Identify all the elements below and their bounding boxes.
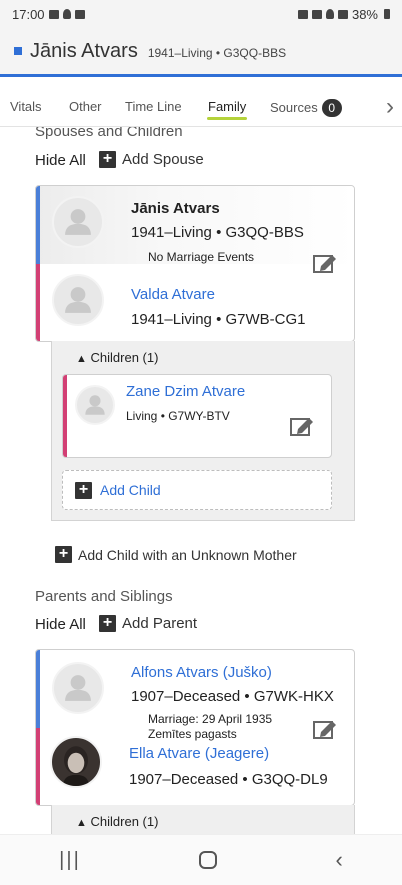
battery-percent: 38% xyxy=(351,6,378,22)
child-name[interactable]: Zane Dzim Atvare xyxy=(126,383,245,400)
person-silhouette-icon xyxy=(85,395,105,415)
person-silhouette-icon xyxy=(65,675,91,701)
avatar-husband xyxy=(52,196,104,248)
wife-name[interactable]: Valda Atvare xyxy=(131,286,215,303)
avatar-father xyxy=(52,662,104,714)
avatar-mother-photo xyxy=(50,736,102,788)
person-header: Jānis Atvars 1941–Living • G3QQ-BBS xyxy=(0,28,402,74)
parents-section-title: Parents and Siblings xyxy=(35,588,173,605)
add-child-unknown-mother-button[interactable]: + Add Child with an Unknown Mother xyxy=(55,546,297,563)
wife-meta: 1941–Living • G7WB-CG1 xyxy=(131,311,306,328)
add-child-label: Add Child xyxy=(100,482,161,498)
mother-name[interactable]: Ella Atvare (Jeagere) xyxy=(129,745,269,762)
portrait-photo-icon xyxy=(63,746,89,786)
sources-count-badge: 0 xyxy=(321,99,342,117)
add-spouse-label: Add Spouse xyxy=(122,151,204,168)
person-silhouette-icon xyxy=(65,209,91,235)
siblings-panel: ▲ Children (1) xyxy=(51,805,355,834)
status-right: 38% xyxy=(297,6,390,22)
avatar-wife xyxy=(52,274,104,326)
tab-time-line[interactable]: Time Line xyxy=(125,99,182,114)
add-spouse-button[interactable]: + Add Spouse xyxy=(99,151,204,168)
chevron-up-icon: ▲ xyxy=(76,817,87,829)
person-silhouette-icon xyxy=(65,287,91,313)
children-panel: ▲ Children (1) Zane Dzim Atvare Living •… xyxy=(51,341,355,521)
male-indicator xyxy=(36,186,40,264)
mute-icon xyxy=(311,9,322,19)
status-time: 17:00 xyxy=(12,6,45,22)
status-left: 17:00 xyxy=(12,7,85,22)
message-notification-icon xyxy=(74,9,85,19)
tab-sources-label: Sources xyxy=(270,100,318,115)
chevron-right-icon[interactable]: › xyxy=(386,93,394,121)
female-indicator xyxy=(36,264,40,341)
female-indicator xyxy=(63,375,67,457)
add-child-button[interactable]: + Add Child xyxy=(62,470,332,510)
battery-icon xyxy=(384,9,390,19)
tab-vitals[interactable]: Vitals xyxy=(10,99,42,114)
father-name[interactable]: Alfons Atvars (Juško) xyxy=(131,664,272,681)
home-icon[interactable] xyxy=(199,851,218,869)
marriage-events-text: No Marriage Events xyxy=(148,250,255,264)
hide-all-spouses-button[interactable]: Hide All xyxy=(35,152,86,169)
tab-family[interactable]: Family xyxy=(206,99,248,120)
tab-sources[interactable]: Sources 0 xyxy=(270,99,342,117)
gallery-notification-icon xyxy=(48,9,59,19)
hide-all-parents-button[interactable]: Hide All xyxy=(35,616,86,633)
plus-icon: + xyxy=(75,481,92,499)
signal-icon xyxy=(337,9,348,19)
marriage-date-text: Marriage: 29 April 1935 xyxy=(148,712,273,726)
male-indicator xyxy=(36,650,40,728)
plus-icon: + xyxy=(99,151,116,168)
child-meta: Living • G7WY-BTV xyxy=(126,409,230,423)
female-indicator xyxy=(36,728,40,805)
recent-apps-icon[interactable]: ||| xyxy=(59,849,81,872)
husband-name: Jānis Atvars xyxy=(131,200,220,217)
person-gender-marker xyxy=(14,47,22,55)
tab-bar: Vitals Other Time Line Family Sources 0 › xyxy=(0,77,402,127)
siblings-toggle[interactable]: ▲ Children (1) xyxy=(76,814,158,829)
children-toggle-label: Children (1) xyxy=(90,350,159,365)
edit-child-icon[interactable] xyxy=(289,415,315,437)
chevron-up-icon: ▲ xyxy=(76,353,87,365)
add-parent-button[interactable]: + Add Parent xyxy=(99,615,197,632)
family-content: Spouses and Children Hide All + Add Spou… xyxy=(0,127,402,834)
add-parent-label: Add Parent xyxy=(122,615,198,632)
back-icon[interactable]: ‹ xyxy=(335,847,342,873)
spouses-section-title: Spouses and Children xyxy=(35,127,183,140)
plus-icon: + xyxy=(99,615,116,632)
person-name: Jānis Atvars xyxy=(30,39,138,62)
add-child-unknown-mother-label: Add Child with an Unknown Mother xyxy=(78,546,297,563)
system-nav-bar: ||| ‹ xyxy=(0,834,402,885)
couple-card: Jānis Atvars 1941–Living • G3QQ-BBS No M… xyxy=(35,185,355,342)
children-toggle[interactable]: ▲ Children (1) xyxy=(76,350,158,365)
mother-row[interactable]: Ella Atvare (Jeagere) 1907–Deceased • G3… xyxy=(36,728,354,805)
husband-meta: 1941–Living • G3QQ-BBS xyxy=(131,224,304,241)
plus-icon: + xyxy=(55,546,72,563)
status-bar: 17:00 38% xyxy=(0,0,402,28)
avatar-child xyxy=(75,385,115,425)
alarm-icon xyxy=(297,9,308,19)
mother-meta: 1907–Deceased • G3QQ-DL9 xyxy=(129,771,328,788)
tab-other[interactable]: Other xyxy=(69,99,102,114)
child-card[interactable]: Zane Dzim Atvare Living • G7WY-BTV xyxy=(62,374,332,458)
siblings-toggle-label: Children (1) xyxy=(90,814,159,829)
wifi-icon xyxy=(325,9,334,19)
father-meta: 1907–Deceased • G7WK-HKX xyxy=(131,688,334,705)
person-meta: 1941–Living • G3QQ-BBS xyxy=(147,46,287,60)
download-notification-icon xyxy=(62,9,71,19)
parents-card: Alfons Atvars (Juško) 1907–Deceased • G7… xyxy=(35,649,355,806)
wife-row[interactable]: Valda Atvare 1941–Living • G7WB-CG1 xyxy=(36,264,354,341)
